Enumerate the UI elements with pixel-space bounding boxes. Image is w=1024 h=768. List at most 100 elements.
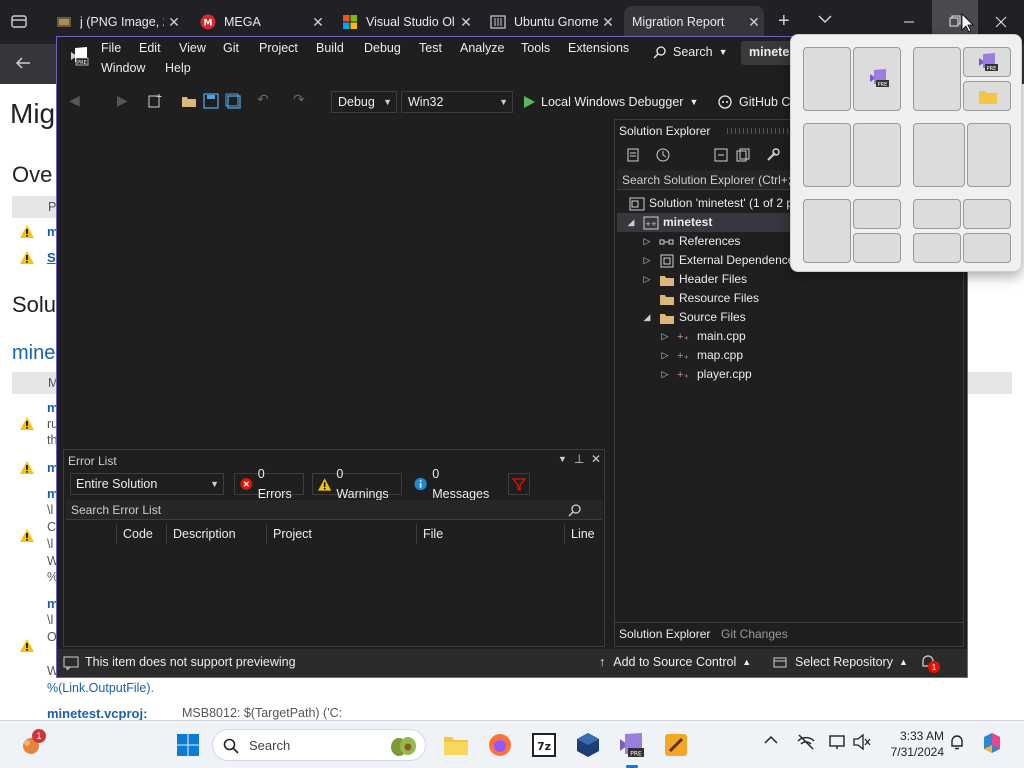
navigate-back-icon[interactable]: ◀ (69, 92, 80, 109)
start-button[interactable] (176, 733, 200, 757)
collapse-all-icon[interactable] (713, 147, 729, 163)
menu-analyze[interactable]: Analyze (460, 41, 504, 55)
taskbar-file-explorer[interactable] (440, 729, 472, 761)
error-list-search-input[interactable]: Search Error List (66, 500, 602, 520)
solution-configuration-dropdown[interactable]: Debug ▼ (331, 91, 397, 113)
messages-filter-button[interactable]: 0 Messages (408, 467, 502, 501)
display-icon[interactable] (828, 733, 846, 751)
copilot-icon[interactable] (980, 731, 1004, 755)
menu-file[interactable]: File (101, 41, 121, 55)
tree-item-header-files[interactable]: ▷ Header Files (641, 270, 748, 289)
close-tab-icon[interactable]: ✕ (308, 14, 328, 31)
taskbar-7zip[interactable]: 7z (528, 729, 560, 761)
notifications-button[interactable]: 1 (919, 653, 941, 673)
tab-migration-report[interactable]: Migration Report ✕ (624, 6, 764, 38)
network-disconnected-icon[interactable] (796, 733, 816, 751)
tree-item-references[interactable]: ▷ References (641, 232, 741, 251)
tab-mega[interactable]: M MEGA ✕ (192, 6, 328, 38)
vcproj-link[interactable]: minetest.vcproj: (47, 706, 147, 720)
snap-zone-right-top[interactable] (853, 199, 901, 229)
snap-zone-third-left[interactable] (803, 123, 851, 187)
taskbar-paint-app[interactable] (660, 729, 692, 761)
column-header-line[interactable]: Line (564, 524, 604, 544)
new-tab-button[interactable]: + (778, 10, 790, 33)
error-scope-dropdown[interactable]: Entire Solution ▼ (70, 473, 224, 495)
solution-node[interactable]: Solution 'minetest' (1 of 2 p (629, 194, 793, 213)
tab-git-changes[interactable]: Git Changes (721, 627, 788, 641)
close-panel-icon[interactable]: ✕ (591, 452, 601, 466)
snap-zone-quad-bottom-right[interactable] (963, 233, 1011, 263)
project-heading[interactable]: mine (12, 342, 55, 365)
select-repository-button[interactable]: Select Repository ▲ (773, 655, 908, 669)
save-all-icon[interactable] (225, 93, 241, 109)
close-tab-icon[interactable]: ✕ (598, 14, 618, 31)
snap-zone-third-middle[interactable] (853, 123, 901, 187)
tab-solution-explorer[interactable]: Solution Explorer (619, 627, 710, 641)
menu-window[interactable]: Window (101, 61, 145, 75)
new-item-icon[interactable] (147, 93, 163, 109)
snap-zone-quad-bottom-left[interactable] (913, 233, 961, 263)
tab-png-image[interactable]: j (PNG Image, 2 ✕ (48, 6, 184, 38)
snap-zone-quad-top-right[interactable] (963, 199, 1011, 229)
tree-item-player-cpp[interactable]: ▷ +₊ player.cpp (659, 365, 752, 384)
history-icon[interactable] (655, 147, 671, 163)
snap-zone-main-left[interactable] (913, 47, 961, 111)
menu-git[interactable]: Git (223, 41, 239, 55)
column-header-file[interactable]: File (416, 524, 564, 544)
snap-zone-half-left[interactable] (803, 47, 851, 111)
pin-icon[interactable]: ⊥ (574, 452, 584, 466)
sync-with-active-document-icon[interactable] (625, 147, 641, 163)
overview-row-link[interactable]: S (47, 250, 56, 265)
menu-build[interactable]: Build (316, 41, 344, 55)
taskbar-visual-studio-preview[interactable]: PRE (616, 729, 648, 768)
snap-zone-top-right[interactable]: PRE (963, 47, 1011, 77)
close-tab-icon[interactable]: ✕ (164, 14, 184, 31)
menu-view[interactable]: View (179, 41, 206, 55)
snap-zone-right-bottom[interactable] (853, 233, 901, 263)
column-header-project[interactable]: Project (266, 524, 416, 544)
back-arrow-icon[interactable] (14, 54, 32, 72)
tree-item-map-cpp[interactable]: ▷ +₊ map.cpp (659, 346, 744, 365)
save-icon[interactable] (203, 93, 219, 109)
tree-item-resource-files[interactable]: Resource Files (659, 289, 759, 308)
snap-zone-wide-left[interactable] (913, 123, 965, 187)
column-header-code[interactable]: Code (116, 524, 166, 544)
column-header-description[interactable]: Description (166, 524, 266, 544)
clock[interactable]: 3:33 AM 7/31/2024 (878, 728, 944, 760)
snap-zone-quad-top-left[interactable] (913, 199, 961, 229)
navigate-forward-icon[interactable]: ▶ (117, 92, 128, 109)
menu-project[interactable]: Project (259, 41, 298, 55)
properties-wrench-icon[interactable] (765, 147, 781, 163)
taskbar-firefox[interactable] (484, 729, 516, 761)
menu-edit[interactable]: Edit (139, 41, 161, 55)
start-debugging-button[interactable]: Local Windows Debugger ▼ (523, 91, 698, 113)
snap-zone-bottom-right[interactable] (963, 81, 1011, 111)
tab-list-chevron-icon[interactable] (818, 14, 832, 24)
show-hidden-icons-chevron-icon[interactable] (764, 735, 778, 745)
errors-filter-button[interactable]: 0 Errors (234, 467, 304, 501)
open-folder-icon[interactable] (181, 93, 197, 109)
snap-zone-left-column[interactable] (803, 199, 851, 263)
volume-muted-icon[interactable] (852, 733, 872, 751)
tab-actions-icon[interactable] (10, 12, 28, 30)
taskbar-search-box[interactable]: Search (212, 729, 426, 761)
tab-ubuntu-gnome[interactable]: Ubuntu Gnome ✕ (482, 6, 618, 38)
menu-debug[interactable]: Debug (364, 41, 401, 55)
menu-extensions[interactable]: Extensions (568, 41, 629, 55)
panel-options-chevron-icon[interactable]: ▼ (558, 454, 567, 464)
close-tab-icon[interactable]: ✕ (744, 14, 764, 31)
solution-platform-dropdown[interactable]: Win32 ▼ (401, 91, 513, 113)
tab-visual-studio[interactable]: Visual Studio Ol ✕ (334, 6, 476, 38)
add-to-source-control-button[interactable]: ↑ Add to Source Control ▲ (599, 655, 751, 669)
show-all-files-icon[interactable] (735, 147, 751, 163)
notification-bell-icon[interactable] (948, 733, 966, 751)
close-tab-icon[interactable]: ✕ (456, 14, 476, 31)
build-intellisense-filter-button[interactable] (508, 473, 530, 495)
github-copilot-button[interactable]: GitHub Co (717, 91, 797, 113)
redo-icon[interactable]: ↷ (293, 91, 305, 108)
menu-test[interactable]: Test (419, 41, 442, 55)
tree-item-main-cpp[interactable]: ▷ +₊ main.cpp (659, 327, 746, 346)
menu-tools[interactable]: Tools (521, 41, 550, 55)
tree-item-external-dependencies[interactable]: ▷ External Dependence (641, 251, 794, 270)
menu-help[interactable]: Help (165, 61, 191, 75)
